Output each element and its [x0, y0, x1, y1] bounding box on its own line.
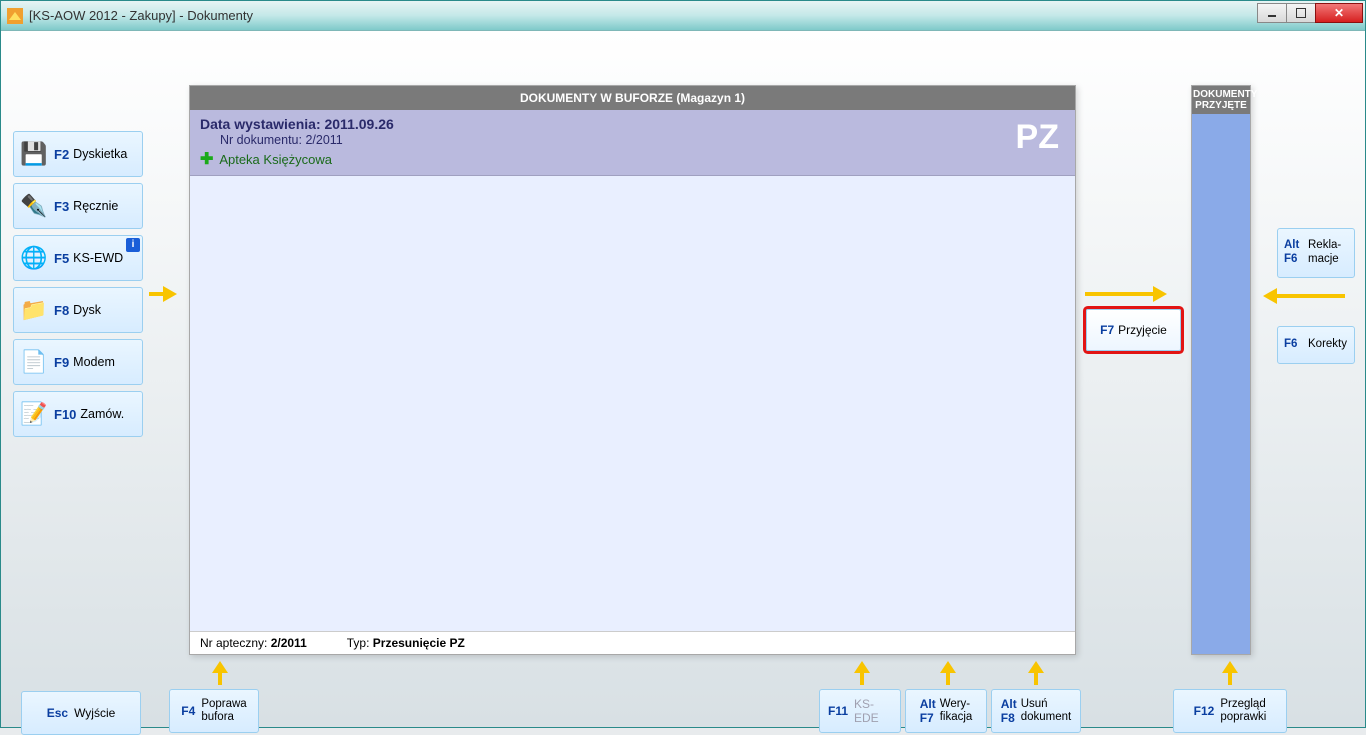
altf6-reklamacje-button[interactable]: AltRekla- F6macje: [1277, 228, 1355, 278]
f2-dyskietka-button[interactable]: 💾 F2 Dyskietka: [13, 131, 143, 177]
note-icon: 📝: [20, 400, 48, 428]
fkey-label: F7: [920, 711, 934, 725]
f5-ksewd-button[interactable]: 🌐 F5 KS-EWD i: [13, 235, 143, 281]
accepted-panel-title: DOKUMENTY PRZYJĘTE: [1192, 86, 1250, 114]
fkey-label: F3: [54, 199, 69, 214]
floppy-icon: 💾: [20, 140, 48, 168]
fkey-label: F5: [54, 251, 69, 266]
maximize-button[interactable]: [1286, 3, 1316, 23]
folder-icon: 📁: [20, 296, 48, 324]
label: KS-EWD: [73, 251, 123, 265]
label-part1: Rekla-: [1308, 239, 1341, 253]
label: Korekty: [1308, 338, 1347, 352]
minimize-button[interactable]: [1257, 3, 1287, 23]
plus-icon: ✚: [200, 151, 213, 168]
document-body: [190, 176, 1075, 631]
accepted-panel-body[interactable]: [1192, 114, 1250, 654]
label-line1: Przegląd: [1220, 698, 1266, 711]
label: Modem: [73, 355, 115, 369]
label-line2: fikacja: [940, 711, 973, 724]
footer-typ: Przesunięcie PZ: [373, 636, 465, 650]
f8-dysk-button[interactable]: 📁 F8 Dysk: [13, 287, 143, 333]
f12-przeglad-poprawki-button[interactable]: F12 Przegląd poprawki: [1173, 689, 1287, 733]
buffer-panel-title: DOKUMENTY W BUFORZE (Magazyn 1): [190, 86, 1075, 110]
fkey-label: F7: [1100, 323, 1114, 337]
arrow-up-icon: [1027, 659, 1045, 685]
label-line2: poprawki: [1220, 711, 1266, 724]
close-button[interactable]: [1315, 3, 1363, 23]
app-icon: [7, 8, 23, 24]
footer-nr-label: Nr apteczny:: [200, 636, 267, 650]
modem-icon: 📄: [20, 348, 48, 376]
label: Zamów.: [80, 407, 124, 421]
label: Wyjście: [74, 706, 115, 720]
f3-recznie-button[interactable]: ✒️ F3 Ręcznie: [13, 183, 143, 229]
fkey-label: F10: [54, 407, 76, 422]
f4-poprawa-bufora-button[interactable]: F4 Poprawa bufora: [169, 689, 259, 733]
fkey-label: F8: [54, 303, 69, 318]
window-title: [KS-AOW 2012 - Zakupy] - Dokumenty: [29, 8, 253, 23]
f10-zamow-button[interactable]: 📝 F10 Zamów.: [13, 391, 143, 437]
client-area: 💾 F2 Dyskietka ✒️ F3 Ręcznie 🌐 F5 KS-EWD…: [1, 31, 1365, 727]
label: KS-EDE: [854, 697, 892, 725]
left-toolbar: 💾 F2 Dyskietka ✒️ F3 Ręcznie 🌐 F5 KS-EWD…: [13, 131, 143, 437]
right-sidebar: AltRekla- F6macje F6Korekty: [1277, 228, 1355, 364]
document-header[interactable]: Data wystawienia: 2011.09.26 Nr dokument…: [190, 110, 1075, 176]
label: Przyjęcie: [1118, 323, 1167, 337]
f11-ksede-button[interactable]: F11 KS-EDE: [819, 689, 901, 733]
label-line2: bufora: [201, 711, 246, 724]
arrow-up-icon: [939, 659, 957, 685]
fkey-label: F9: [54, 355, 69, 370]
fkey-label: Alt: [1001, 697, 1017, 711]
f9-modem-button[interactable]: 📄 F9 Modem: [13, 339, 143, 385]
fkey-label: Esc: [47, 706, 68, 720]
app-window: [KS-AOW 2012 - Zakupy] - Dokumenty 💾 F2 …: [0, 0, 1366, 728]
label: Dyskietka: [73, 147, 127, 161]
arrow-up-icon: [211, 659, 229, 685]
window-controls: [1258, 3, 1363, 23]
fkey-label: F11: [828, 704, 848, 718]
footer-nr: 2/2011: [271, 636, 307, 650]
fkey-label: F4: [181, 704, 195, 718]
buffer-panel: DOKUMENTY W BUFORZE (Magazyn 1) Data wys…: [189, 85, 1076, 655]
f6-korekty-button[interactable]: F6Korekty: [1277, 326, 1355, 364]
fkey-label: Alt: [1284, 239, 1308, 253]
info-badge-icon: i: [126, 238, 140, 252]
document-footer: Nr apteczny: 2/2011 Typ: Przesunięcie PZ: [190, 631, 1075, 654]
label-line2: dokument: [1021, 711, 1072, 724]
label-line1: Poprawa: [201, 698, 246, 711]
altf8-usun-dokument-button[interactable]: Alt F8 Usuń dokument: [991, 689, 1081, 733]
fkey-label: F6: [1284, 338, 1308, 352]
label-part2: macje: [1308, 253, 1339, 267]
fkey-label: F8: [1001, 711, 1015, 725]
date-line: Data wystawienia: 2011.09.26: [200, 116, 1065, 132]
fkey-label: F12: [1194, 704, 1215, 718]
esc-wyjscie-button[interactable]: Esc Wyjście: [21, 691, 141, 735]
footer-typ-label: Typ:: [347, 636, 370, 650]
docnr-line: Nr dokumentu: 2/2011: [200, 133, 1065, 147]
accepted-panel: DOKUMENTY PRZYJĘTE: [1191, 85, 1251, 655]
arrow-up-icon: [1221, 659, 1239, 685]
label: Dysk: [73, 303, 101, 317]
label-line1: Usuń: [1021, 698, 1072, 711]
arrow-right-icon: [1085, 285, 1171, 303]
label-line1: Wery-: [940, 698, 973, 711]
globe-icon: 🌐: [20, 244, 48, 272]
pharmacy-name: Apteka Księżycowa: [219, 152, 332, 167]
pharmacy-line: ✚ Apteka Księżycowa: [200, 149, 1065, 169]
doc-type-label: PZ: [1016, 118, 1059, 157]
fkey-label: Alt: [920, 697, 936, 711]
fkey-label: F2: [54, 147, 69, 162]
altf7-weryfikacja-button[interactable]: Alt F7 Wery- fikacja: [905, 689, 987, 733]
titlebar[interactable]: [KS-AOW 2012 - Zakupy] - Dokumenty: [1, 1, 1365, 31]
f7-przyjecie-button[interactable]: F7 Przyjęcie: [1086, 309, 1181, 351]
arrow-up-icon: [853, 659, 871, 685]
pen-icon: ✒️: [20, 192, 48, 220]
fkey-label: F6: [1284, 253, 1308, 267]
arrow-right-icon: [149, 285, 179, 303]
label: Ręcznie: [73, 199, 118, 213]
